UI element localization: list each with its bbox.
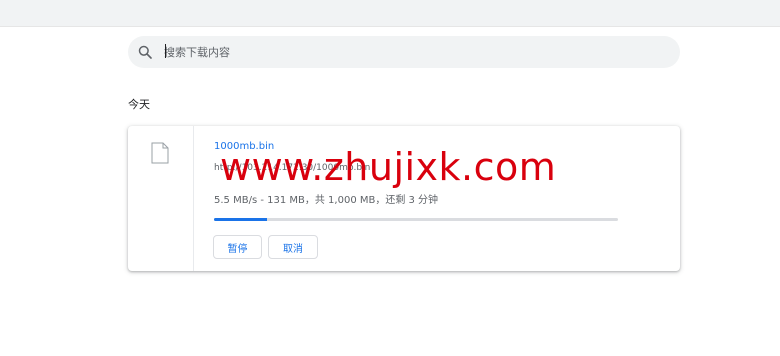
search-input[interactable] xyxy=(164,36,664,68)
file-icon-column xyxy=(128,126,194,271)
watermark-text: www.zhujixk.com xyxy=(220,145,557,189)
download-status: 5.5 MB/s - 131 MB，共 1,000 MB，还剩 3 分钟 xyxy=(214,195,439,206)
file-icon xyxy=(151,142,169,164)
cancel-button[interactable]: 取消 xyxy=(268,235,318,259)
text-caret xyxy=(165,44,166,58)
date-section-label: 今天 xyxy=(128,98,150,111)
progress-bar xyxy=(214,218,618,221)
pause-button[interactable]: 暂停 xyxy=(213,235,262,259)
search-icon xyxy=(138,45,152,59)
top-toolbar xyxy=(0,0,780,27)
search-bar[interactable] xyxy=(128,36,680,68)
progress-fill xyxy=(214,218,267,221)
